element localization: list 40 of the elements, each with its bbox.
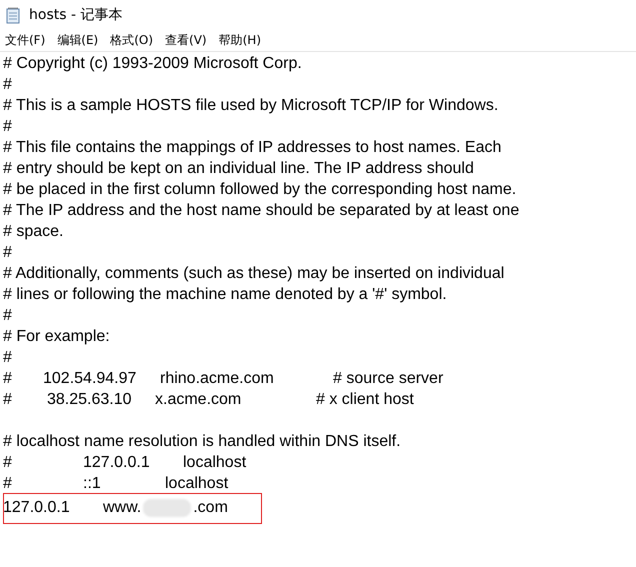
text-line: # This is a sample HOSTS file used by Microsoft TCP/IP for Windows. — [3, 97, 498, 114]
text-cell: x.acme.com — [155, 391, 242, 408]
text-cell: # — [3, 454, 12, 471]
text-cell: localhost — [183, 454, 246, 471]
notepad-icon — [6, 6, 20, 24]
text-line: # entry should be kept on an individual line. The IP address should — [3, 160, 474, 177]
text-cell: # — [3, 391, 12, 408]
menu-item[interactable]: 编辑(E) — [57, 31, 98, 49]
text-cell: 38.25.63.10 — [47, 391, 132, 408]
text-line: # — [3, 76, 12, 93]
menu-item[interactable]: 查看(V) — [165, 31, 207, 49]
text-line: # space. — [3, 223, 64, 240]
text-cell: # x client host — [316, 391, 414, 408]
text-line: # Copyright (c) 1993-2009 Microsoft Corp. — [3, 55, 302, 72]
text-line: # lines or following the machine name denoted by a '#' symbol. — [3, 286, 447, 303]
text-line: # — [3, 244, 12, 261]
text-cell: # source server — [333, 370, 444, 387]
text-cell: 102.54.94.97 — [43, 370, 136, 387]
text-cell-text: .com — [193, 498, 228, 518]
text-cell: 127.0.0.1 — [83, 454, 150, 471]
text-line: # — [3, 349, 12, 366]
text-line: # be placed in the first column followed by the corresponding host name. — [3, 181, 516, 198]
text-line: # localhost name resolution is handled within DNS itself. — [3, 433, 401, 450]
menu-item[interactable]: 文件(F) — [5, 31, 46, 49]
text-cell: # — [3, 475, 12, 492]
text-line: # For example: — [3, 328, 110, 345]
menu-item[interactable]: 格式(O) — [110, 31, 154, 49]
text-line: # Additionally, comments (such as these) may be inserted on individual — [3, 265, 504, 282]
text-line: # — [3, 307, 12, 324]
text-cell: # — [3, 370, 12, 387]
text-line: # The IP address and the host name should be separated by at least one — [3, 202, 520, 219]
text-cell-text: www. — [103, 498, 142, 518]
ip-address: 127.0.0.1 — [3, 499, 70, 516]
menu-item[interactable]: 帮助(H) — [218, 31, 261, 49]
window-title: hosts - 记事本 — [29, 6, 122, 24]
text-line: # This file contains the mappings of IP addresses to host names. Each — [3, 139, 502, 156]
text-line: # — [3, 118, 12, 135]
text-cell: ::1 — [83, 475, 101, 492]
text-cell: localhost — [165, 475, 228, 492]
text-cell: rhino.acme.com — [160, 370, 274, 387]
